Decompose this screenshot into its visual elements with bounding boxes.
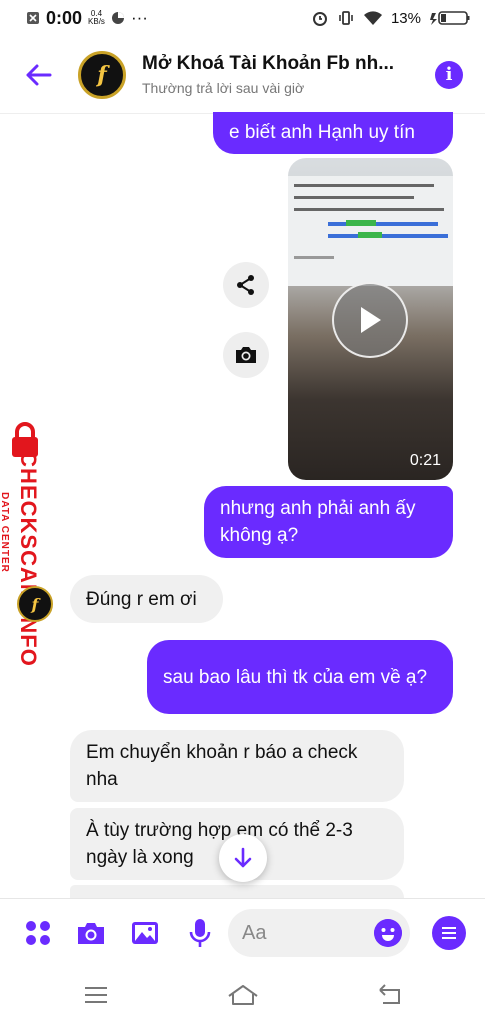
back-arrow-icon: [26, 64, 52, 85]
play-button[interactable]: [332, 282, 408, 358]
emoji-icon[interactable]: [374, 919, 402, 947]
chat-header: f Mở Khoá Tài Khoản Fb nh... Thường trả …: [0, 36, 485, 114]
data-saver-icon: [111, 12, 124, 24]
watermark-subtitle: DATA CENTER: [0, 492, 10, 573]
play-icon: [361, 307, 381, 333]
battery-percent: 13%: [390, 9, 421, 27]
clock: 0:00: [46, 7, 83, 28]
down-arrow-icon: [234, 847, 252, 868]
message-composer: Aa: [0, 898, 485, 968]
voice-button[interactable]: [182, 915, 218, 951]
message-text: Em chuyển khoản r báo a check nha: [86, 742, 358, 790]
watermark-title: CHECKSCAM.INFO: [15, 451, 41, 667]
share-button[interactable]: [223, 262, 269, 308]
alarm-icon: [312, 12, 327, 26]
wifi-icon: [363, 11, 382, 25]
network-speed: 0.4 KB/s: [88, 10, 105, 26]
mic-icon: [189, 919, 211, 947]
message-input-placeholder: Aa: [242, 921, 267, 944]
avatar-letter: f: [97, 61, 107, 88]
message-bubble-incoming[interactable]: Đúng r em ơi: [70, 575, 223, 623]
camera-button[interactable]: [73, 915, 109, 951]
more-options-button[interactable]: [432, 916, 466, 950]
video-duration: 0:21: [409, 452, 441, 469]
menu-icon: [442, 927, 456, 929]
recents-icon[interactable]: [83, 984, 109, 1006]
contact-name: Mở Khoá Tài Khoản Fb nh...: [142, 53, 395, 74]
message-text: nhưng anh phải anh ấy không ạ?: [220, 498, 416, 546]
message-bubble-outgoing[interactable]: nhưng anh phải anh ấy không ạ?: [204, 486, 453, 558]
camera-icon: [78, 923, 104, 944]
message-bubble-outgoing[interactable]: e biết anh Hạnh uy tín: [213, 112, 453, 154]
gallery-icon: [132, 922, 158, 944]
message-bubble-outgoing[interactable]: sau bao lâu thì tk của em về ạ?: [147, 640, 453, 714]
apps-icon: [26, 921, 50, 945]
message-text: Đúng r em ơi: [86, 588, 197, 610]
video-message[interactable]: 0:21: [288, 158, 453, 480]
contact-info[interactable]: Mở Khoá Tài Khoản Fb nh... Thường trả lờ…: [142, 53, 407, 96]
status-bar: 0:00 0.4 KB/s ··· 13%: [0, 0, 485, 36]
sender-avatar[interactable]: f: [17, 586, 53, 622]
more-notifications: ···: [130, 8, 148, 27]
back-nav-icon[interactable]: [377, 984, 403, 1006]
message-input[interactable]: Aa: [228, 909, 410, 957]
notification-blocked-icon: [27, 12, 39, 24]
vibrate-icon: [339, 11, 353, 25]
info-icon: i: [445, 64, 453, 85]
message-text: e biết anh Hạnh uy tín: [229, 121, 415, 143]
message-bubble-incoming[interactable]: Em chuyển khoản r báo a check nha: [70, 730, 404, 802]
contact-status: Thường trả lời sau vài giờ: [142, 80, 305, 96]
gallery-button[interactable]: [127, 915, 163, 951]
system-nav-bar: [0, 968, 485, 1024]
contact-avatar[interactable]: f: [78, 50, 126, 99]
back-button[interactable]: [12, 49, 64, 101]
info-button[interactable]: i: [435, 60, 463, 89]
network-speed-unit: KB/s: [88, 17, 105, 26]
message-text: sau bao lâu thì tk của em về ạ?: [163, 666, 428, 688]
camera-icon: [236, 347, 256, 363]
share-icon: [237, 275, 254, 295]
avatar-letter: f: [31, 594, 39, 614]
home-icon[interactable]: [226, 984, 260, 1006]
camera-share-button[interactable]: [223, 332, 269, 378]
watermark: DATA CENTER CHECKSCAM.INFO: [0, 422, 54, 667]
scroll-to-bottom-button[interactable]: [219, 834, 267, 882]
apps-button[interactable]: [20, 915, 56, 951]
battery-icon: [430, 11, 470, 25]
video-thumbnail: [288, 176, 453, 286]
message-bubble-incoming-partial[interactable]: [70, 885, 404, 898]
